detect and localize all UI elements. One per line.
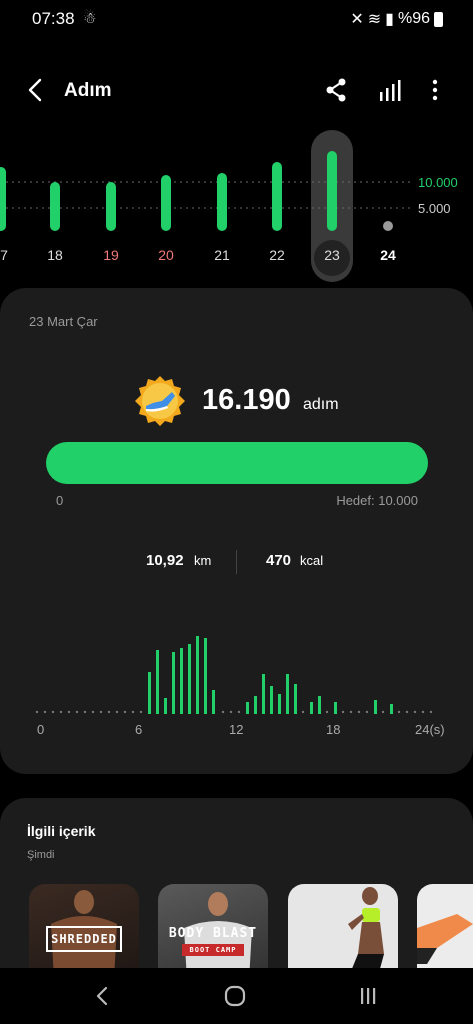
related-title: İlgili içerik [27,823,96,839]
related-subtitle: Şimdi [27,849,55,861]
daily-summary-card: 23 Mart Çar 16.190 adım 0 Hedef: 10.000 … [0,288,473,774]
mute-icon: ✕ [350,11,364,28]
page-title: Adım [64,80,112,101]
thumb-label: SHREDDED [51,932,117,946]
system-nav-bar [0,968,473,1024]
day-dot-24 [383,221,393,231]
hour-tick: 24(s) [415,722,445,737]
hour-tick: 0 [37,722,45,737]
day-label[interactable]: 20 [146,247,186,263]
daily-steps-strip[interactable]: 10.000 5.000 7 18 19 20 21 22 23 24 [0,130,473,282]
day-bar-18 [50,182,60,231]
share-icon[interactable] [322,76,350,104]
wifi-icon: ≋ [367,11,382,28]
day-label[interactable]: 7 [0,247,24,263]
stat-divider [236,550,237,574]
signal-icon: ▮ [385,11,394,28]
grid-label-low: 5.000 [418,201,451,216]
calories-value: 470 [266,552,292,569]
grid-label-high: 10.000 [418,175,458,190]
calories-unit: kcal [300,553,324,568]
day-label-today[interactable]: 24 [368,247,408,263]
steps-unit: adım [303,396,339,413]
day-bar-21 [217,173,227,231]
status-time: 07:38 [32,9,75,28]
more-options-icon[interactable] [421,76,449,104]
status-bar: 07:38 ☃ ✕ ≋ ▮ %96 [0,0,473,36]
battery-icon [434,11,443,27]
day-label[interactable]: 22 [257,247,297,263]
hour-tick: 12 [229,722,244,737]
nav-back-icon[interactable] [88,982,118,1010]
nav-home-icon[interactable] [220,982,250,1010]
hour-tick: 18 [326,722,341,737]
notification-icon: ☃ [83,10,97,27]
thumb-label: BODY BLAST [168,926,258,941]
distance-value: 10,92 [146,552,184,569]
summary-date: 23 Mart Çar [29,314,98,329]
day-label[interactable]: 18 [35,247,75,263]
day-bar-17 [0,167,6,231]
goal-progress-bar [46,442,428,484]
hourly-steps-chart[interactable] [0,618,473,718]
steps-count: 16.190 [202,384,291,416]
progress-start-label: 0 [56,493,64,508]
day-label[interactable]: 19 [91,247,131,263]
day-bar-20 [161,175,171,231]
back-arrow-icon[interactable] [22,76,50,104]
trends-chart-icon[interactable] [377,76,405,104]
day-bar-22 [272,162,282,231]
day-label-selected[interactable]: 23 [312,247,352,263]
app-header: Adım [0,66,473,116]
day-label[interactable]: 21 [202,247,242,263]
day-bar-23 [327,151,337,231]
distance-unit: km [194,553,212,568]
thumb-sublabel: BOOT CAMP [189,946,237,954]
goal-label: Hedef: 10.000 [336,493,418,508]
hour-tick: 6 [135,722,143,737]
shoe-medal-icon [135,376,185,426]
nav-recents-icon[interactable] [353,982,383,1010]
battery-percent: %96 [397,10,430,27]
status-right: ✕ ≋ ▮ %96 [350,9,443,29]
day-bar-19 [106,182,116,231]
